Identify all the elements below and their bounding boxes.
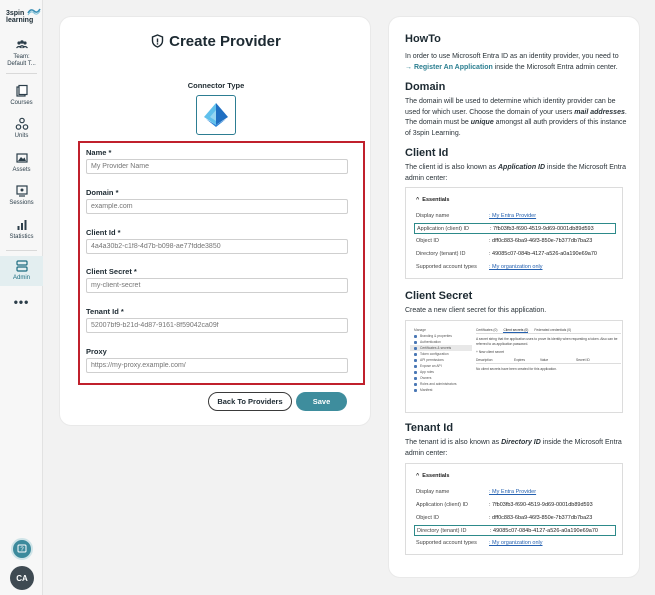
sidebar: 3spin learning Team: Default T... Courses…	[0, 0, 43, 595]
microsoft-entra-icon	[204, 103, 228, 127]
secret-screenshot-sidebar: Manage Branding & properties Authenticat…	[410, 327, 472, 393]
units-icon	[15, 117, 28, 130]
sidebar-item-courses[interactable]: Courses	[0, 84, 43, 107]
client-secret-field-group: Client Secret *	[86, 267, 350, 293]
statistics-icon	[17, 220, 26, 230]
proxy-field-group: Proxy	[86, 347, 350, 373]
client-id-section-title: Client Id	[405, 147, 449, 159]
proxy-input[interactable]	[86, 358, 348, 373]
howto-intro: In order to use Microsoft Entra ID as an…	[405, 53, 619, 71]
essentials-row-highlight: Directory (tenant) ID: 49085c07-084b-412…	[414, 525, 616, 536]
client-secret-section-title: Client Secret	[405, 290, 473, 302]
essentials-row: Directory (tenant) ID: 49085c07-084b-412…	[416, 251, 597, 257]
sessions-icon	[15, 185, 28, 197]
essentials-row: Display name: My Entra Provider	[416, 489, 537, 495]
create-provider-card: Create Provider Connector Type Name * Do…	[59, 16, 371, 426]
client-secret-label: Client Secret *	[86, 267, 137, 276]
tenant-id-section-title: Tenant Id	[405, 422, 454, 434]
howto-title: HowTo	[405, 33, 441, 45]
logo-wave-icon	[27, 8, 41, 16]
tenant-id-label: Tenant Id *	[86, 307, 124, 316]
more-menu-icon[interactable]: •••	[0, 295, 43, 309]
admin-icon	[15, 260, 28, 272]
essentials-row: Object ID: dff0c883-6ba9-46f3-850e-7b377…	[416, 238, 593, 244]
sidebar-divider	[6, 73, 37, 74]
tenant-id-input[interactable]	[86, 318, 348, 333]
team-icon	[15, 40, 28, 49]
tenant-id-field-group: Tenant Id *	[86, 307, 350, 333]
essentials-row: Display name: My Entra Provider	[416, 213, 537, 219]
client-secret-input[interactable]	[86, 278, 348, 293]
sidebar-item-units[interactable]: Units	[0, 117, 43, 140]
essentials-row: Application (client) ID: 7fb03fb3-f690-4…	[416, 502, 593, 508]
name-input[interactable]	[86, 159, 348, 174]
domain-description: The domain will be used to determine whi…	[405, 98, 627, 137]
essentials-heading: ^ Essentials	[416, 197, 450, 203]
name-field-group: Name *	[86, 148, 350, 174]
assets-icon	[15, 153, 28, 163]
help-icon: ?	[17, 544, 27, 553]
essentials-row: Supported account types: My organization…	[416, 264, 543, 270]
client-id-description: The client id is also known as Applicati…	[405, 164, 626, 182]
sidebar-item-sessions[interactable]: Sessions	[0, 184, 43, 207]
help-button[interactable]: ?	[11, 538, 33, 560]
register-application-link[interactable]: → Register An Application	[405, 64, 493, 71]
client-secret-screenshot: Manage Branding & properties Authenticat…	[405, 320, 623, 413]
howto-panel: HowTo In order to use Microsoft Entra ID…	[388, 16, 640, 578]
tenant-id-screenshot: ^ Essentials Display name: My Entra Prov…	[405, 463, 623, 555]
courses-icon	[15, 84, 28, 97]
domain-section-title: Domain	[405, 81, 446, 93]
essentials-row: Supported account types: My organization…	[416, 540, 543, 546]
avatar[interactable]: CA	[10, 566, 34, 590]
essentials-heading: ^ Essentials	[416, 473, 450, 479]
app-logo[interactable]: 3spin learning	[2, 4, 42, 26]
shield-icon	[151, 34, 164, 48]
client-id-input[interactable]	[86, 239, 348, 254]
essentials-row-highlight: Application (client) ID: 7fb03fb3-f690-4…	[414, 223, 616, 234]
sidebar-item-team[interactable]: Team: Default T...	[0, 38, 43, 68]
domain-input[interactable]	[86, 199, 348, 214]
provider-fields-group: Name * Domain * Client Id * Client Secre…	[78, 141, 365, 385]
domain-label: Domain *	[86, 188, 119, 197]
sidebar-divider	[6, 250, 37, 251]
tenant-id-description: The tenant id is also known as Directory…	[405, 439, 622, 457]
save-button[interactable]: Save	[296, 392, 347, 411]
domain-field-group: Domain *	[86, 188, 350, 214]
essentials-row: Object ID: dff0c883-6ba9-46f3-850e-7b377…	[416, 515, 593, 521]
client-secret-description: Create a new client secret for this appl…	[405, 307, 547, 314]
back-to-providers-button[interactable]: Back To Providers	[208, 392, 292, 411]
connector-type-label: Connector Type	[187, 81, 245, 90]
page-title: Create Provider	[60, 33, 372, 50]
client-id-screenshot: ^ Essentials Display name: My Entra Prov…	[405, 187, 623, 279]
client-id-field-group: Client Id *	[86, 228, 350, 254]
client-id-label: Client Id *	[86, 228, 121, 237]
sidebar-item-statistics[interactable]: Statistics	[0, 218, 43, 241]
sidebar-item-assets[interactable]: Assets	[0, 151, 43, 174]
connector-type-selector[interactable]	[196, 95, 236, 135]
proxy-label: Proxy	[86, 347, 107, 356]
name-label: Name *	[86, 148, 112, 157]
secret-screenshot-main: Certificates (0) Client secrets (0) Federa…	[476, 327, 621, 371]
sidebar-item-admin[interactable]: Admin	[0, 256, 43, 286]
